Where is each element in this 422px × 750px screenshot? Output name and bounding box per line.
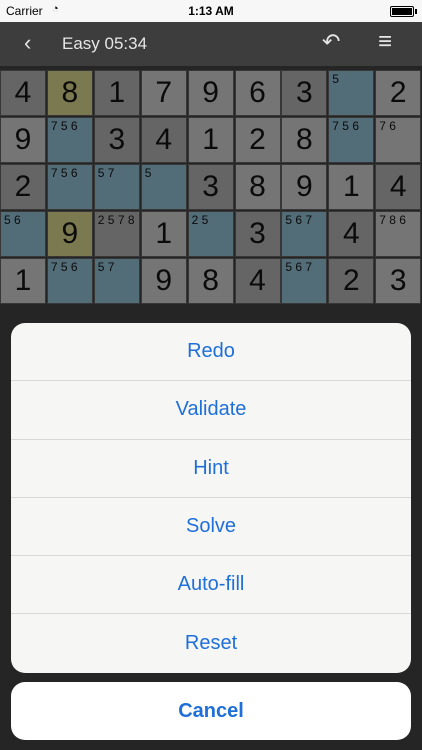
navigation-bar: ‹ Easy 05:34 ↶ ≡ [0, 22, 422, 66]
action-sheet: Redo Validate Hint Solve Auto-fill Reset [11, 323, 411, 673]
battery-tip [415, 9, 417, 14]
reset-button[interactable]: Reset [11, 614, 411, 672]
auto-fill-button[interactable]: Auto-fill [11, 556, 411, 615]
validate-button[interactable]: Validate [11, 381, 411, 440]
undo-icon[interactable]: ↶ [322, 29, 340, 55]
cancel-button[interactable]: Cancel [11, 682, 411, 740]
redo-button[interactable]: Redo [11, 323, 411, 382]
menu-icon[interactable]: ≡ [378, 28, 392, 56]
status-bar: Carrier ◔ 1:13 AM [0, 0, 422, 22]
solve-button[interactable]: Solve [11, 498, 411, 557]
page-title: Easy 05:34 [62, 34, 148, 53]
chevron-left-icon[interactable]: ‹ [24, 30, 31, 56]
battery-icon [390, 6, 414, 17]
hint-button[interactable]: Hint [11, 440, 411, 498]
clock: 1:13 AM [188, 4, 234, 18]
